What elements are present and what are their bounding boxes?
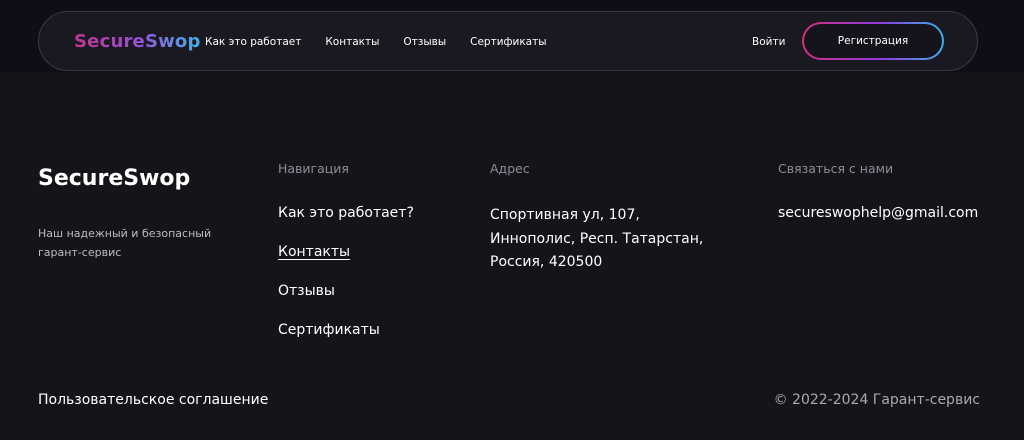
footer-nav-contacts[interactable]: Контакты (278, 243, 414, 262)
header-nav: Как это работает Контакты Отзывы Сертифи… (205, 35, 547, 49)
nav-reviews[interactable]: Отзывы (403, 35, 446, 49)
footer-brand: SecureSwop (38, 166, 191, 191)
footer-nav-certificates[interactable]: Сертификаты (278, 321, 414, 340)
address-line: Иннополис, Респ. Татарстан, (490, 230, 704, 247)
footer-address-title: Адрес (490, 161, 530, 176)
address-line: Спортивная ул, 107, (490, 207, 640, 223)
footer-nav-how-it-works[interactable]: Как это работает? (278, 204, 414, 223)
user-agreement-link[interactable]: Пользовательское соглашение (38, 391, 268, 410)
register-button[interactable]: Регистрация (802, 22, 944, 60)
site-header: SecureSwop Как это работает Контакты Отз… (38, 11, 978, 71)
nav-certificates[interactable]: Сертификаты (470, 35, 546, 49)
footer-nav-reviews[interactable]: Отзывы (278, 282, 414, 301)
address-line: Россия, 420500 (490, 254, 603, 270)
footer-navigation-title: Навигация (278, 161, 349, 176)
footer-navigation: Как это работает? Контакты Отзывы Сертиф… (278, 204, 414, 340)
copyright-text: © 2022-2024 Гарант-сервис (773, 392, 980, 408)
footer-contact-title: Связаться с нами (778, 161, 894, 176)
contact-email-link[interactable]: secureswophelp@gmail.com (778, 204, 978, 223)
footer-tagline: Наш надежный и безопасный гарант-сервис (38, 227, 212, 259)
footer-address: Спортивная ул, 107, Иннополис, Респ. Тат… (490, 204, 703, 275)
login-link[interactable]: Войти (752, 35, 785, 49)
nav-contacts[interactable]: Контакты (325, 35, 379, 49)
nav-how-it-works[interactable]: Как это работает (205, 35, 301, 49)
header-logo[interactable]: SecureSwop (74, 30, 201, 54)
